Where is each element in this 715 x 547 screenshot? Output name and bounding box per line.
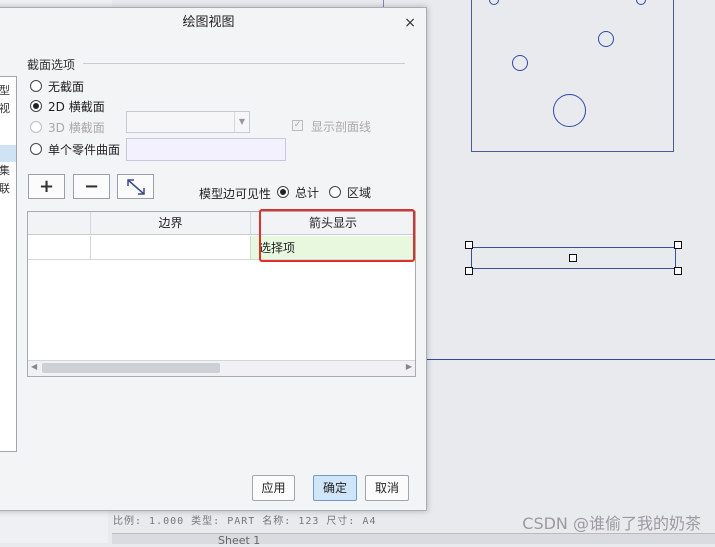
radio-single-part-surface[interactable]: [30, 143, 42, 155]
horizontal-scrollbar[interactable]: ◀ ▶: [28, 360, 415, 376]
chevron-down-icon: ▼: [234, 112, 249, 132]
annotation-highlight-box: [259, 209, 415, 262]
radio-2d-section[interactable]: [30, 100, 42, 112]
drawing-frame-line: [427, 359, 715, 360]
resize-handle[interactable]: [674, 267, 682, 275]
remove-icon[interactable]: −: [73, 174, 110, 199]
hole-circle: [598, 31, 614, 47]
radio-label: 区域: [347, 186, 372, 200]
show-hatch-label: 显示剖面线: [311, 120, 372, 134]
group-divider: [83, 63, 405, 64]
radio-visibility-area[interactable]: [329, 186, 341, 198]
watermark: CSDN @谁偷了我的奶茶: [522, 514, 701, 533]
close-icon[interactable]: ×: [404, 8, 416, 38]
sheet-tab[interactable]: Sheet 1: [218, 534, 260, 547]
category-item[interactable]: 集: [0, 162, 16, 178]
category-item[interactable]: 联: [0, 180, 16, 196]
add-icon[interactable]: +: [28, 174, 65, 199]
radio-label: 3D 横截面: [48, 121, 105, 135]
category-list[interactable]: 型 视 集 联: [0, 76, 17, 452]
radio-label: 总计: [295, 186, 320, 200]
apply-button[interactable]: 应用: [252, 475, 295, 501]
ok-button[interactable]: 确定: [313, 475, 357, 501]
section-options-label: 截面选项: [27, 58, 76, 72]
scroll-right-icon[interactable]: ▶: [406, 362, 412, 371]
sheet-tab-bar: [112, 533, 715, 544]
category-item[interactable]: 型: [0, 82, 16, 98]
resize-handle[interactable]: [569, 254, 577, 262]
radio-3d-section: [30, 121, 42, 133]
resize-handle[interactable]: [465, 267, 473, 275]
model-edge-visibility-label: 模型边可见性: [199, 187, 272, 201]
show-hatch-checkbox: ✓: [292, 120, 303, 131]
title-block-text: 比例: 1.000 类型: PART 名称: 123 尺寸: A4: [113, 516, 377, 527]
table-cell[interactable]: [28, 236, 91, 260]
resize-handle[interactable]: [674, 241, 682, 249]
category-item[interactable]: 视: [0, 100, 16, 116]
hole-circle: [512, 55, 528, 71]
cancel-button[interactable]: 取消: [365, 475, 409, 501]
part-view-outline[interactable]: [471, 0, 674, 152]
column-header: 边界: [91, 212, 251, 235]
part-surface-field[interactable]: [126, 138, 286, 161]
column-header: [28, 212, 91, 235]
radio-label: 单个零件曲面: [48, 143, 121, 157]
dialog-title: 绘图视图: [0, 8, 426, 38]
section-select: ▼: [126, 111, 250, 133]
radio-visibility-total[interactable]: [277, 186, 289, 198]
scroll-left-icon[interactable]: ◀: [31, 362, 37, 371]
edit-diagonal-icon[interactable]: [117, 174, 154, 199]
radio-no-section[interactable]: [30, 80, 42, 92]
resize-handle[interactable]: [465, 241, 473, 249]
hole-circle: [553, 94, 586, 127]
scrollbar-thumb[interactable]: [42, 363, 220, 373]
table-cell[interactable]: [91, 236, 251, 260]
radio-label: 无截面: [48, 80, 85, 94]
drawing-border-line: [383, 0, 384, 7]
category-selection: [0, 145, 16, 162]
radio-label: 2D 横截面: [48, 100, 105, 114]
